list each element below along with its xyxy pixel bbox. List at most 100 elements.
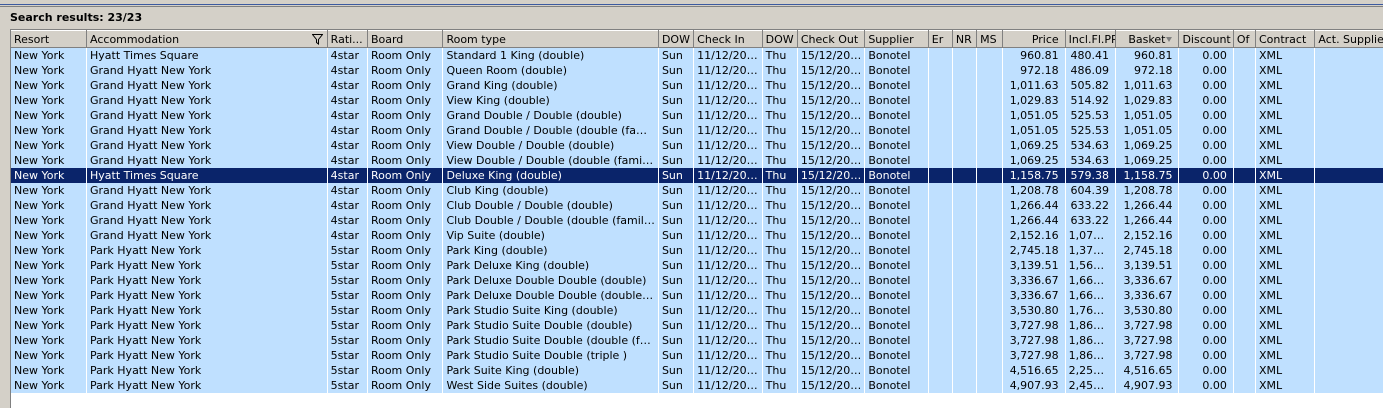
cell-board: Room Only bbox=[367, 303, 444, 318]
table-row[interactable]: New York Park Hyatt New York 5star Room Onl… bbox=[11, 273, 1383, 288]
cell-room-type: Park Studio Suite Double (triple ) bbox=[442, 348, 659, 363]
cell-accommodation: Hyatt Times Square bbox=[86, 47, 328, 63]
cell-act-supplier bbox=[1314, 198, 1383, 213]
column-header-of[interactable]: Of bbox=[1233, 30, 1256, 48]
table-row[interactable]: New York Hyatt Times Square 4star Room Only… bbox=[11, 168, 1383, 183]
table-row[interactable]: New York Park Hyatt New York 5star Room Onl… bbox=[11, 333, 1383, 348]
column-header-act-supplier[interactable]: Act. Supplier bbox=[1314, 30, 1383, 48]
cell-contract: XML bbox=[1255, 258, 1316, 273]
column-header-dow-out[interactable]: DOW bbox=[762, 30, 798, 48]
table-row[interactable]: New York Grand Hyatt New York 4star Room On… bbox=[11, 213, 1383, 228]
cell-check-in: 11/12/2016 bbox=[693, 363, 763, 378]
cell-ms bbox=[976, 378, 1004, 393]
cell-check-out: 15/12/2016 bbox=[797, 213, 866, 228]
column-header-er[interactable]: Er bbox=[928, 30, 953, 48]
cell-discount: 0.00 bbox=[1178, 243, 1234, 258]
cell-act-supplier bbox=[1314, 108, 1383, 123]
column-header-board[interactable]: Board bbox=[367, 30, 444, 48]
column-header-price[interactable]: Price bbox=[1002, 30, 1066, 48]
table-row[interactable]: New York Park Hyatt New York 5star Room Onl… bbox=[11, 288, 1383, 303]
cell-discount: 0.00 bbox=[1178, 348, 1234, 363]
cell-check-in: 11/12/2016 bbox=[693, 138, 763, 153]
column-header-supplier[interactable]: Supplier bbox=[864, 30, 929, 48]
cell-accommodation: Park Hyatt New York bbox=[86, 378, 328, 393]
cell-discount: 0.00 bbox=[1178, 198, 1234, 213]
cell-check-out: 15/12/2016 bbox=[797, 183, 866, 198]
cell-room-type: Club Double / Double (double (family Pla… bbox=[442, 213, 659, 228]
cell-rating: 5star bbox=[327, 348, 368, 363]
table-row[interactable]: New York Park Hyatt New York 5star Room Onl… bbox=[11, 363, 1383, 378]
cell-act-supplier bbox=[1314, 363, 1383, 378]
column-header-resort[interactable]: Resort bbox=[11, 30, 88, 48]
cell-nr bbox=[952, 93, 978, 108]
cell-rating: 5star bbox=[327, 273, 368, 288]
table-row[interactable]: New York Park Hyatt New York 5star Room Onl… bbox=[11, 303, 1383, 318]
cell-ms bbox=[976, 273, 1004, 288]
table-row[interactable]: New York Grand Hyatt New York 4star Room On… bbox=[11, 198, 1383, 213]
cell-er bbox=[928, 228, 953, 243]
table-row[interactable]: New York Grand Hyatt New York 4star Room On… bbox=[11, 93, 1383, 108]
cell-resort: New York bbox=[11, 318, 88, 333]
cell-check-out: 15/12/2016 bbox=[797, 333, 866, 348]
cell-er bbox=[928, 183, 953, 198]
table-row[interactable]: New York Grand Hyatt New York 4star Room On… bbox=[11, 123, 1383, 138]
cell-rating: 5star bbox=[327, 258, 368, 273]
cell-contract: XML bbox=[1255, 168, 1316, 183]
table-row[interactable]: New York Grand Hyatt New York 4star Room On… bbox=[11, 138, 1383, 153]
cell-check-in: 11/12/2016 bbox=[693, 168, 763, 183]
cell-dow-in: Sun bbox=[658, 63, 695, 78]
table-row[interactable]: New York Grand Hyatt New York 4star Room On… bbox=[11, 63, 1383, 78]
cell-room-type: Club King (double) bbox=[442, 183, 659, 198]
cell-dow-in: Sun bbox=[658, 78, 695, 93]
cell-room-type: Grand Double / Double (double) bbox=[442, 108, 659, 123]
cell-check-out: 15/12/2016 bbox=[797, 363, 866, 378]
column-header-basket[interactable]: Basket bbox=[1115, 30, 1180, 48]
cell-supplier: Bonotel bbox=[864, 378, 929, 393]
column-header-rating[interactable]: Rati... bbox=[327, 30, 368, 48]
cell-dow-in: Sun bbox=[658, 333, 695, 348]
table-row[interactable]: New York Hyatt Times Square 4star Room Only… bbox=[11, 47, 1383, 63]
cell-of bbox=[1233, 228, 1256, 243]
cell-basket: 1,011.63 bbox=[1115, 78, 1180, 93]
table-row[interactable]: New York Park Hyatt New York 5star Room Onl… bbox=[11, 318, 1383, 333]
column-header-check-out[interactable]: Check Out bbox=[797, 30, 866, 48]
cell-dow-out: Thu bbox=[762, 228, 798, 243]
column-header-incl-fl-pp[interactable]: Incl.Fl.PP bbox=[1065, 30, 1117, 48]
cell-check-in: 11/12/2016 bbox=[693, 108, 763, 123]
table-row[interactable]: New York Park Hyatt New York 5star Room Onl… bbox=[11, 258, 1383, 273]
column-header-ms[interactable]: MS bbox=[976, 30, 1004, 48]
column-header-check-in[interactable]: Check In bbox=[693, 30, 763, 48]
table-row[interactable]: New York Park Hyatt New York 5star Room Onl… bbox=[11, 378, 1383, 393]
cell-room-type: Park King (double) bbox=[442, 243, 659, 258]
cell-dow-out: Thu bbox=[762, 198, 798, 213]
cell-check-in: 11/12/2016 bbox=[693, 153, 763, 168]
filter-icon[interactable] bbox=[311, 34, 323, 45]
cell-discount: 0.00 bbox=[1178, 153, 1234, 168]
cell-discount: 0.00 bbox=[1178, 63, 1234, 78]
cell-check-in: 11/12/2016 bbox=[693, 198, 763, 213]
table-row[interactable]: New York Park Hyatt New York 5star Room Onl… bbox=[11, 348, 1383, 363]
table-row[interactable]: New York Grand Hyatt New York 4star Room On… bbox=[11, 183, 1383, 198]
column-header-discount[interactable]: Discount bbox=[1178, 30, 1234, 48]
cell-resort: New York bbox=[11, 213, 88, 228]
cell-price: 3,336.67 bbox=[1002, 288, 1066, 303]
table-row[interactable]: New York Park Hyatt New York 5star Room Onl… bbox=[11, 243, 1383, 258]
table-row[interactable]: New York Grand Hyatt New York 4star Room On… bbox=[11, 228, 1383, 243]
cell-resort: New York bbox=[11, 183, 88, 198]
table-row[interactable]: New York Grand Hyatt New York 4star Room On… bbox=[11, 153, 1383, 168]
cell-price: 3,727.98 bbox=[1002, 333, 1066, 348]
column-header-nr[interactable]: NR bbox=[952, 30, 978, 48]
column-header-dow-in[interactable]: DOW bbox=[658, 30, 695, 48]
cell-room-type: View Double / Double (double (family Pla… bbox=[442, 153, 659, 168]
cell-contract: XML bbox=[1255, 363, 1316, 378]
column-header-contract[interactable]: Contract bbox=[1255, 30, 1316, 48]
table-row[interactable]: New York Grand Hyatt New York 4star Room On… bbox=[11, 78, 1383, 93]
cell-discount: 0.00 bbox=[1178, 138, 1234, 153]
cell-board: Room Only bbox=[367, 378, 444, 393]
cell-dow-out: Thu bbox=[762, 378, 798, 393]
column-header-accommodation[interactable]: Accommodation bbox=[86, 30, 328, 48]
table-row[interactable]: New York Grand Hyatt New York 4star Room On… bbox=[11, 108, 1383, 123]
cell-rating: 5star bbox=[327, 333, 368, 348]
cell-of bbox=[1233, 333, 1256, 348]
column-header-room-type[interactable]: Room type bbox=[442, 30, 659, 48]
